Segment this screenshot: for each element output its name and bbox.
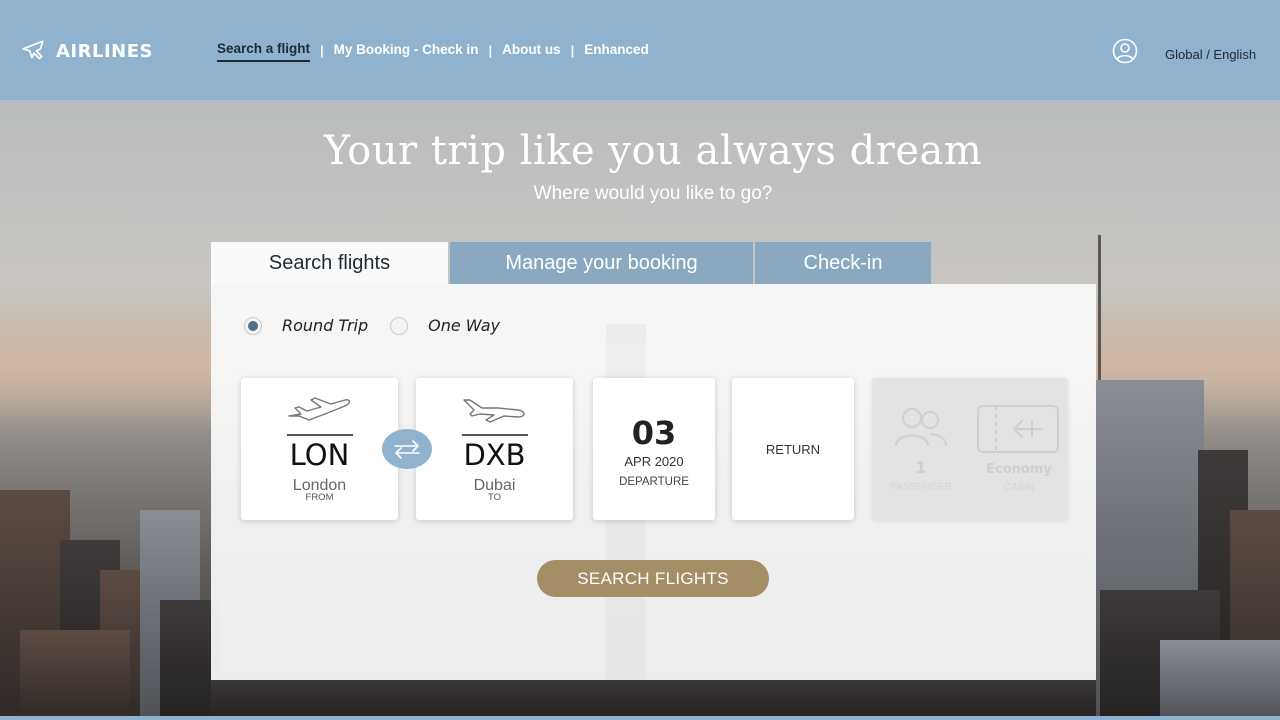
tab-check-in[interactable]: Check-in xyxy=(755,242,931,284)
passengers-cabin-card[interactable]: 1 PASSENGER Economy CABIN xyxy=(872,378,1068,520)
tower-spire xyxy=(1098,235,1101,395)
building xyxy=(1160,640,1280,720)
origin-label: FROM xyxy=(305,492,334,503)
divider xyxy=(462,434,528,436)
divider xyxy=(287,434,353,436)
cabin-class: Economy xyxy=(986,462,1052,477)
tab-manage-booking[interactable]: Manage your booking xyxy=(450,242,753,284)
landing-icon xyxy=(463,399,525,423)
destination-code: DXB xyxy=(463,438,526,472)
passenger-label: PASSENGER xyxy=(890,482,952,493)
swap-button[interactable] xyxy=(382,429,432,469)
building xyxy=(20,630,130,720)
return-date-card[interactable]: RETURN xyxy=(732,378,854,520)
departure-day: 03 xyxy=(631,414,677,452)
building xyxy=(211,675,1096,720)
nav-separator: | xyxy=(488,43,493,58)
one-way-label: One Way xyxy=(428,316,501,335)
locale-selector[interactable]: Global / English xyxy=(1165,47,1256,62)
plane-icon xyxy=(22,40,44,60)
nav-separator: | xyxy=(570,43,575,58)
nav-my-booking[interactable]: My Booking - Check in xyxy=(334,42,479,61)
tab-search-flights[interactable]: Search flights xyxy=(211,242,448,284)
origin-card[interactable]: LON London FROM xyxy=(241,378,398,520)
cabin-label: CABIN xyxy=(1003,482,1035,493)
passengers-icon xyxy=(895,408,947,447)
destination-label: TO xyxy=(487,492,502,503)
departure-label: DEPARTURE xyxy=(619,476,689,488)
bottom-strip xyxy=(0,716,1280,720)
main-nav: Search a flight | My Booking - Check in … xyxy=(217,41,649,62)
destination-card[interactable]: DXB Dubai TO xyxy=(416,378,573,520)
boarding-pass-icon xyxy=(977,405,1059,453)
one-way-option[interactable]: One Way xyxy=(390,316,500,335)
nav-about-us[interactable]: About us xyxy=(502,42,561,61)
user-account-icon[interactable] xyxy=(1112,38,1138,64)
nav-enhanced[interactable]: Enhanced xyxy=(584,42,649,61)
round-trip-label: Round Trip xyxy=(282,316,369,335)
cabin-selector[interactable]: Economy CABIN xyxy=(970,378,1068,520)
nav-separator: | xyxy=(320,43,324,58)
top-header: AIRLINES Search a flight | My Booking - … xyxy=(0,0,1280,100)
search-panel: Round Trip One Way LON London FROM DXB D… xyxy=(211,284,1096,680)
passengers-selector[interactable]: 1 PASSENGER xyxy=(872,378,970,520)
hero-subtitle: Where would you like to go? xyxy=(533,183,773,204)
departure-month-year: APR 2020 xyxy=(624,454,684,469)
return-label: RETURN xyxy=(765,442,821,457)
logo-text: AIRLINES xyxy=(56,40,153,62)
logo[interactable]: AIRLINES xyxy=(20,38,153,64)
trip-type-group: Round Trip One Way xyxy=(244,316,522,335)
nav-search-flight[interactable]: Search a flight xyxy=(217,41,311,62)
passenger-count: 1 xyxy=(915,458,927,477)
round-trip-radio[interactable] xyxy=(244,316,262,335)
takeoff-icon xyxy=(288,397,351,421)
booking-tabs: Search flights Manage your booking Check… xyxy=(211,242,931,284)
origin-code: LON xyxy=(289,438,350,472)
swap-arrows-icon xyxy=(394,440,420,459)
one-way-radio[interactable] xyxy=(390,316,409,335)
hero-title: Your trip like you always dream xyxy=(323,128,983,174)
departure-date-card[interactable]: 03 APR 2020 DEPARTURE xyxy=(593,378,715,520)
round-trip-option[interactable]: Round Trip xyxy=(244,316,368,335)
search-flights-button[interactable]: SEARCH FLIGHTS xyxy=(537,560,769,597)
